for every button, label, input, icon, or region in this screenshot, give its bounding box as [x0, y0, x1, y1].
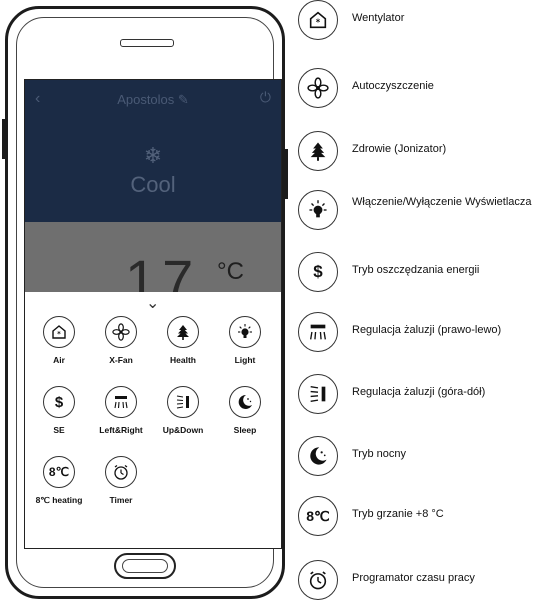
tree-icon — [298, 131, 338, 171]
x-fan-button[interactable]: X-Fan — [91, 316, 151, 365]
x-fan-label: X-Fan — [109, 355, 133, 365]
legend-item-timer: Programator czasu pracy — [290, 560, 546, 610]
legend-item-x-fan: Autoczyszczenie — [290, 68, 546, 118]
app-screen: ‹ Apostolos ✎ ⏻ ❄ Cool 17 °C ⌄ * Air X-F… — [24, 79, 282, 549]
legend-label: Wentylator — [352, 12, 405, 24]
bulb-icon — [229, 316, 261, 348]
eight-degree-icon: 8℃ — [298, 496, 338, 536]
legend-item-sleep: Tryb nocny — [290, 436, 546, 486]
health-button[interactable]: Health — [153, 316, 213, 365]
up-down-button[interactable]: Up&Down — [153, 386, 213, 435]
light-button[interactable]: Light — [215, 316, 275, 365]
louver-horizontal-icon — [298, 312, 338, 352]
se-label: SE — [53, 425, 65, 435]
louver-vertical-icon — [167, 386, 199, 418]
left-right-label: Left&Right — [99, 425, 143, 435]
fan-icon — [105, 316, 137, 348]
function-panel: ⌄ * Air X-Fan Health Light $ SE Left&Rig… — [25, 292, 281, 548]
legend-label: Tryb grzanie +8 °C — [352, 508, 444, 520]
legend-item-up-down: Regulacja żaluzji (góra-dół) — [290, 374, 546, 424]
sleep-button[interactable]: Sleep — [215, 386, 275, 435]
svg-text:*: * — [316, 18, 321, 28]
mode-label[interactable]: Cool — [25, 172, 281, 198]
eight-degree-heating-button[interactable]: 8℃ 8℃ heating — [29, 456, 89, 506]
legend-item-left-right: Regulacja żaluzji (prawo-lewo) — [290, 312, 546, 362]
power-side-button — [285, 149, 288, 199]
temperature-unit: °C — [217, 258, 244, 285]
up-down-label: Up&Down — [162, 425, 204, 435]
air-button[interactable]: * Air — [29, 316, 89, 365]
phone-frame: ‹ Apostolos ✎ ⏻ ❄ Cool 17 °C ⌄ * Air X-F… — [2, 6, 288, 599]
bulb-icon — [298, 190, 338, 230]
legend-item-light: Włączenie/Wyłączenie Wyświetlacza — [290, 190, 546, 240]
moon-stars-icon — [298, 436, 338, 476]
dollar-icon: $ — [43, 386, 75, 418]
timer-button[interactable]: Timer — [91, 456, 151, 505]
air-label: Air — [53, 355, 65, 365]
legend-label: Programator czasu pracy — [352, 572, 475, 584]
timer-label: Timer — [109, 495, 133, 505]
legend-item-health: Zdrowie (Jonizator) — [290, 131, 546, 181]
alarm-clock-icon — [105, 456, 137, 488]
legend-item-se: $ Tryb oszczędzania energii — [290, 252, 546, 302]
house-snow-icon: * — [298, 0, 338, 40]
eight-degree-heating-label: 8℃ heating — [35, 495, 83, 505]
alarm-clock-icon — [298, 560, 338, 600]
louver-horizontal-icon — [105, 386, 137, 418]
device-name[interactable]: Apostolos ✎ — [25, 92, 281, 108]
legend-label: Zdrowie (Jonizator) — [352, 143, 447, 155]
legend-label: Tryb nocny — [352, 448, 407, 460]
svg-text:*: * — [57, 330, 61, 338]
legend-label: Włączenie/Wyłączenie Wyświetlacza — [352, 196, 532, 208]
power-icon[interactable]: ⏻ — [260, 89, 271, 106]
light-label: Light — [234, 355, 256, 365]
sleep-label: Sleep — [233, 425, 257, 435]
moon-stars-icon — [229, 386, 261, 418]
legend-label: Regulacja żaluzji (góra-dół) — [352, 386, 486, 398]
health-label: Health — [170, 355, 196, 365]
eight-degree-icon: 8℃ — [43, 456, 75, 488]
left-right-button[interactable]: Left&Right — [91, 386, 151, 435]
house-snow-icon: * — [43, 316, 75, 348]
dollar-icon: $ — [298, 252, 338, 292]
tree-icon — [167, 316, 199, 348]
snowflake-icon: ❄ — [143, 143, 163, 168]
phone-speaker — [120, 39, 174, 47]
se-button[interactable]: $ SE — [29, 386, 89, 435]
legend-label: Autoczyszczenie — [352, 80, 434, 92]
legend-label: Regulacja żaluzji (prawo-lewo) — [352, 324, 502, 336]
legend-item-air: * Wentylator — [290, 0, 546, 50]
louver-vertical-icon — [298, 374, 338, 414]
legend-label: Tryb oszczędzania energii — [352, 264, 480, 276]
chevron-down-icon[interactable]: ⌄ — [146, 293, 159, 313]
fan-icon — [298, 68, 338, 108]
legend-item-eight-degree-heating: 8℃ Tryb grzanie +8 °C — [290, 496, 546, 546]
home-button[interactable] — [114, 553, 176, 579]
volume-button — [2, 119, 5, 159]
